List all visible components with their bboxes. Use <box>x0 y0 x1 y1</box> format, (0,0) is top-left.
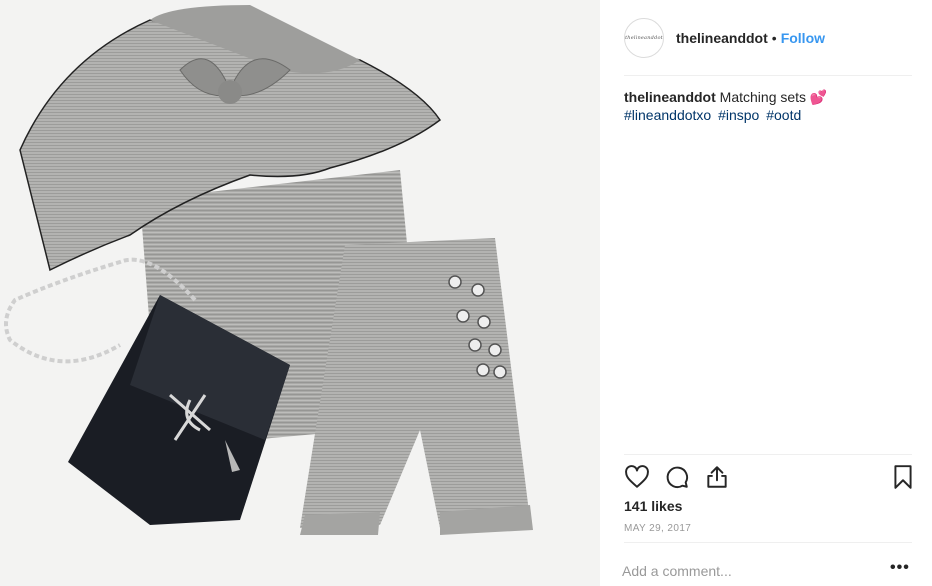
comment-divider <box>624 542 912 543</box>
post-header: thelineanddot thelineanddot • Follow <box>600 0 932 75</box>
post-caption: thelineanddot Matching sets 💕 #lineanddo… <box>624 88 914 124</box>
caption-hashtags: #lineanddotxo #inspo #ootd <box>624 106 914 124</box>
avatar[interactable]: thelineanddot <box>624 17 664 58</box>
comment-icon[interactable] <box>664 464 690 490</box>
caption-text: Matching sets 💕 <box>719 89 828 105</box>
heart-icon[interactable] <box>624 464 650 490</box>
bow-knot <box>218 80 242 104</box>
share-icon[interactable] <box>704 464 730 490</box>
follow-button[interactable]: Follow <box>781 30 825 46</box>
post-image[interactable] <box>0 0 600 586</box>
hashtag-link[interactable]: #lineanddotxo <box>624 107 711 123</box>
post-date: MAY 29, 2017 <box>624 523 692 534</box>
header-username[interactable]: thelineanddot <box>676 30 768 46</box>
caption-username[interactable]: thelineanddot <box>624 89 716 105</box>
more-options-icon[interactable]: ••• <box>890 560 912 580</box>
post-sidebar: thelineanddot thelineanddot • Follow the… <box>600 0 932 586</box>
likes-count[interactable]: 141 likes <box>624 498 682 514</box>
shorts-hem-left <box>300 512 380 535</box>
avatar-logo-text: thelineanddot <box>625 34 663 41</box>
actions-divider <box>624 454 912 455</box>
comment-input[interactable] <box>622 560 872 582</box>
post-photo-illustration <box>0 0 600 586</box>
post-actions <box>624 462 914 494</box>
header-separator: • <box>771 29 777 46</box>
hashtag-link[interactable]: #ootd <box>766 107 801 123</box>
bookmark-icon[interactable] <box>890 464 916 490</box>
header-divider <box>624 75 912 76</box>
hashtag-link[interactable]: #inspo <box>718 107 759 123</box>
